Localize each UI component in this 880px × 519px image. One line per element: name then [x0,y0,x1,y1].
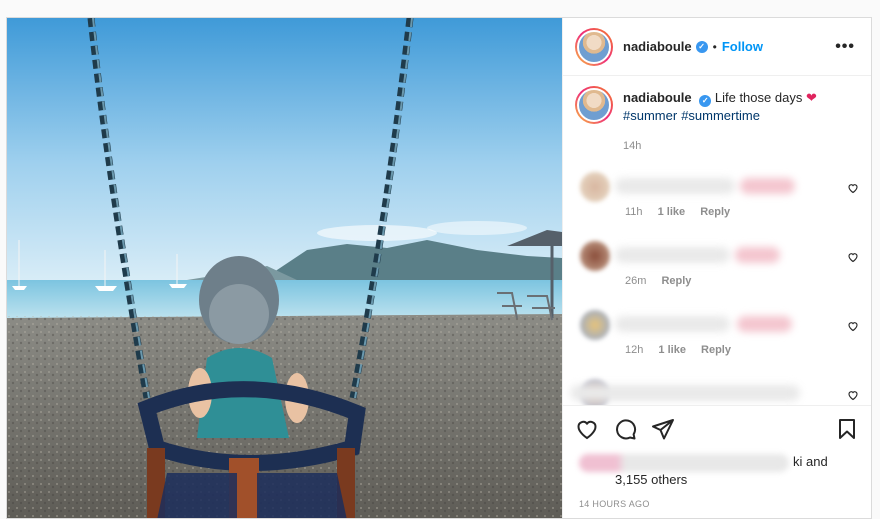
more-options-icon[interactable]: ••• [831,38,859,56]
hashtags: #summer #summertime [623,107,817,124]
likes-summary[interactable]: ki and 3,155 others [575,452,859,492]
separator-dot: • [712,39,717,54]
red-heart-emoji-icon: ❤ [805,90,817,105]
like-comment-heart-icon[interactable] [847,182,859,194]
like-comment-heart-icon[interactable] [847,320,859,332]
comment-text-blurred [570,385,800,401]
commenter-avatar[interactable] [580,310,610,340]
hashtag-link[interactable]: #summertime [681,108,760,123]
caption-body: nadiaboule ✓ Life those days ❤ #summer #s… [623,86,817,155]
comment-item: 11h 1 like Reply [575,172,859,232]
comment-meta: 11h 1 like Reply [625,206,742,218]
reply-button[interactable]: Reply [661,275,691,287]
avatar-image [577,88,611,122]
follow-button[interactable]: Follow [722,39,763,54]
post-header: nadiaboule ✓ • Follow ••• [563,18,871,76]
comment-likes[interactable]: 1 like [658,206,686,218]
commenter-avatar[interactable] [580,241,610,271]
comment-item: 12h 1 like Reply [575,310,859,370]
caption-age: 14h [623,139,642,152]
commenter-avatar[interactable] [580,172,610,202]
comment-text-blurred [615,247,785,263]
like-comment-heart-icon[interactable] [847,389,859,401]
post-photo[interactable] [7,18,562,518]
bookmark-icon[interactable] [835,417,859,441]
author-username[interactable]: nadiaboule [623,39,692,54]
likes-others-count[interactable]: 3,155 others [615,472,687,487]
comment-icon[interactable] [613,417,637,441]
caption-avatar[interactable] [575,86,613,124]
comment-text-blurred [615,316,795,332]
comment-meta: 26m Reply [625,275,703,287]
verified-badge-icon: ✓ [699,94,712,107]
heart-icon[interactable] [575,417,599,441]
author-avatar[interactable] [575,27,613,66]
likes-suffix: ki and [793,454,828,469]
comment-age: 26m [625,275,647,287]
reply-button[interactable]: Reply [700,206,730,218]
post-timestamp: 14 HOURS AGO [579,499,650,509]
comment-meta: 12h 1 like Reply [625,344,743,356]
swing-photo-illustration [7,18,562,518]
post-actions-area: ki and 3,155 others 14 HOURS AGO [563,405,871,518]
caption-text: Life those days [714,90,803,105]
hashtag-link[interactable]: #summer [623,108,677,123]
action-bar [575,406,859,452]
comment-likes[interactable]: 1 like [658,344,686,356]
comment-age: 11h [625,206,643,218]
post-caption: nadiaboule ✓ Life those days ❤ #summer #s… [563,76,871,155]
post-side-panel: nadiaboule ✓ • Follow ••• nadiaboule ✓ L… [562,18,871,518]
comment-item: 26m Reply [575,241,859,301]
caption-username[interactable]: nadiaboule [623,90,692,105]
reply-button[interactable]: Reply [701,344,731,356]
liked-by-blurred [579,454,789,472]
comment-age: 12h [625,344,644,356]
share-icon[interactable] [651,417,675,441]
comment-text-blurred [615,178,800,194]
instagram-post: nadiaboule ✓ • Follow ••• nadiaboule ✓ L… [6,17,872,519]
like-comment-heart-icon[interactable] [847,251,859,263]
comment-item [570,379,859,405]
comments-list[interactable]: nadiaboule ✓ Life those days ❤ #summer #s… [563,76,871,405]
avatar-image [577,29,611,64]
verified-badge-icon: ✓ [695,40,708,53]
